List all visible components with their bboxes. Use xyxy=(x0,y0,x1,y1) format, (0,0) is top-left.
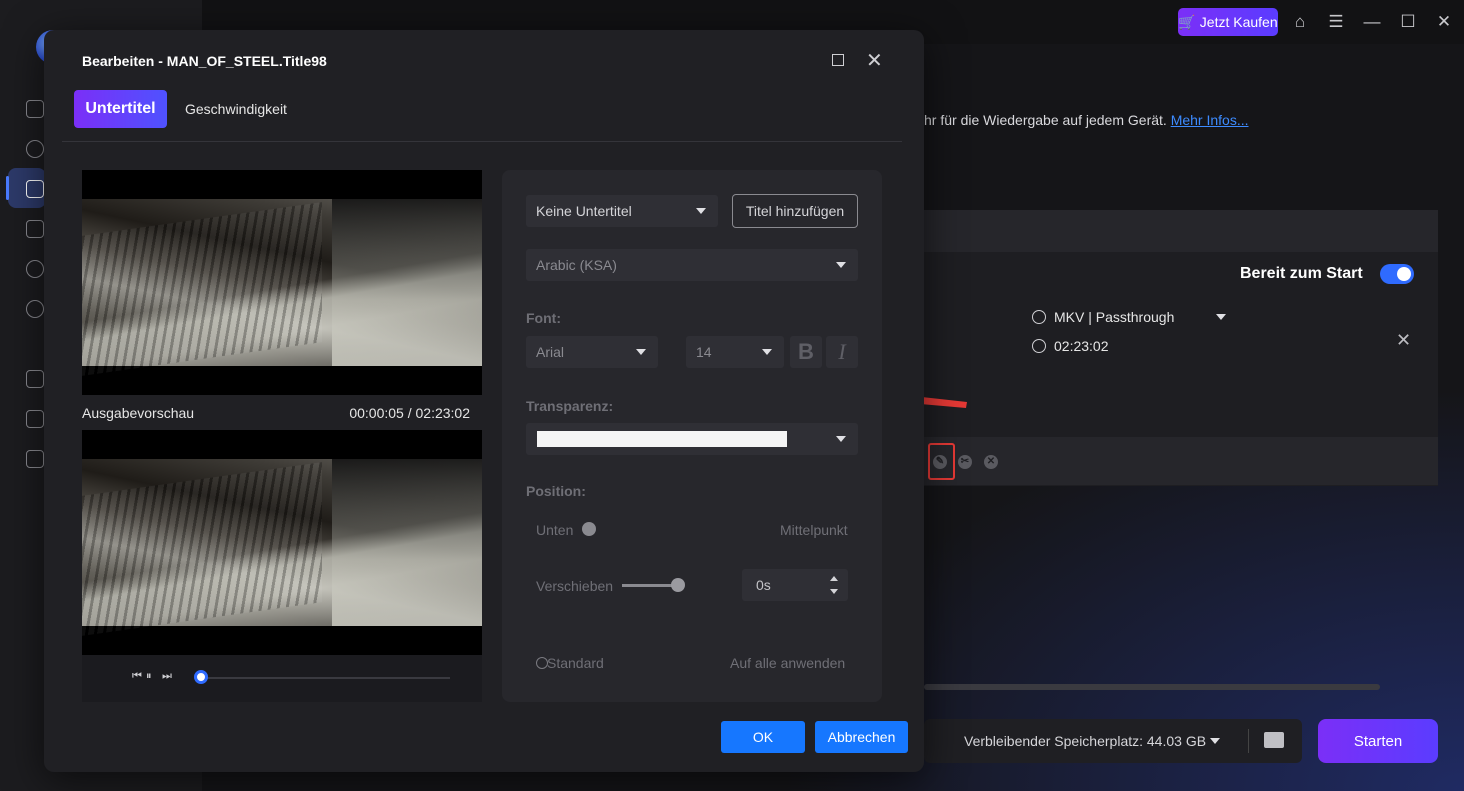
duration-label: 02:23:02 xyxy=(1054,338,1109,354)
close-app-icon[interactable]: ✕ xyxy=(1434,12,1454,32)
shift-label: Verschieben xyxy=(536,578,614,594)
buy-button-label: Jetzt Kaufen xyxy=(1199,14,1278,30)
previous-frame-icon[interactable]: ⏮ xyxy=(132,670,142,683)
disc-icon[interactable] xyxy=(26,140,44,158)
subtitle-select-value: Keine Untertitel xyxy=(536,203,632,219)
ready-label: Bereit zum Start xyxy=(1240,265,1363,282)
info-text: hr für die Wiedergabe auf jedem Gerät. M… xyxy=(924,112,1249,128)
language-select[interactable]: Arabic (KSA) xyxy=(526,249,858,281)
play-pause-icon[interactable]: ⏸ xyxy=(146,670,152,683)
stepper-down-icon[interactable] xyxy=(830,589,838,594)
format-label: MKV | Passthrough xyxy=(1054,309,1175,325)
output-preview-label: Ausgabevorschau xyxy=(82,404,195,421)
cd-icon[interactable] xyxy=(26,300,44,318)
italic-button[interactable]: I xyxy=(826,336,858,368)
ready-toggle[interactable] xyxy=(1380,264,1414,284)
dialog-title: Bearbeiten - MAN_OF_STEEL.Title98 xyxy=(82,53,327,69)
stepper-up-icon[interactable] xyxy=(830,576,838,581)
info-text-body: hr für die Wiedergabe auf jedem Gerät. xyxy=(924,112,1167,128)
divider xyxy=(1248,729,1249,753)
duration-row: 02:23:02 xyxy=(1032,338,1109,354)
font-size-value: 14 xyxy=(696,344,712,360)
subtitle-settings-panel: Keine Untertitel Titel hinzufügen Arabic… xyxy=(502,170,882,702)
format-icon xyxy=(1032,310,1046,324)
shift-slider-knob[interactable] xyxy=(671,578,685,592)
next-frame-icon[interactable]: ⏭ xyxy=(162,670,172,683)
clipboard-icon[interactable] xyxy=(26,410,44,428)
video-frame xyxy=(82,459,482,626)
font-select-value: Arial xyxy=(536,344,565,360)
language-select-value: Arabic (KSA) xyxy=(536,257,617,273)
subtitle-select[interactable]: Keine Untertitel xyxy=(526,195,718,227)
edit-highlight-box xyxy=(928,443,955,480)
position-center-label: Mittelpunkt xyxy=(780,522,848,538)
tutorial-icon[interactable]: ⌂ xyxy=(1290,12,1310,32)
chevron-down-icon xyxy=(1210,738,1221,744)
font-size-select[interactable]: 14 xyxy=(686,336,784,368)
chevron-down-icon[interactable] xyxy=(1216,314,1227,320)
chevron-down-icon xyxy=(636,349,646,355)
clock-icon xyxy=(1032,339,1046,353)
list-icon[interactable] xyxy=(26,370,44,388)
tab-divider xyxy=(62,141,902,142)
seek-track[interactable] xyxy=(200,677,450,679)
default-label[interactable]: Standard xyxy=(547,655,604,671)
position-label: Position: xyxy=(526,483,586,499)
buy-button[interactable]: 🛒 Jetzt Kaufen xyxy=(1178,8,1278,36)
font-select[interactable]: Arial xyxy=(526,336,658,368)
converter-icon[interactable] xyxy=(26,260,44,278)
ok-button[interactable]: OK xyxy=(721,721,805,753)
bold-button[interactable]: B xyxy=(790,336,822,368)
task-header xyxy=(924,210,1438,252)
shift-slider-track[interactable] xyxy=(622,584,678,587)
add-subtitle-button[interactable]: Titel hinzufügen xyxy=(732,194,858,228)
format-row[interactable]: MKV | Passthrough xyxy=(1032,309,1227,325)
copy-icon[interactable] xyxy=(26,180,44,198)
video-frame xyxy=(82,199,482,366)
preview-panel: Ausgabevorschau 00:00:05 / 02:23:02 ⏮ ⏸ … xyxy=(82,170,482,702)
seek-knob[interactable] xyxy=(194,670,208,684)
maximize-icon[interactable] xyxy=(832,54,844,66)
more-info-link[interactable]: Mehr Infos... xyxy=(1171,112,1249,128)
chevron-down-icon xyxy=(836,262,846,268)
subtitle-tool-row xyxy=(924,437,1438,485)
position-radio[interactable] xyxy=(582,522,596,536)
storage-label: Verbleibender Speicherplatz: 44.03 GB xyxy=(964,733,1207,749)
chevron-down-icon xyxy=(762,349,772,355)
transparency-preview xyxy=(537,431,787,447)
start-button[interactable]: Starten xyxy=(1318,719,1438,763)
menu-icon[interactable]: ☰ xyxy=(1326,12,1346,32)
film-icon[interactable] xyxy=(26,220,44,238)
cut-icon[interactable]: ✂ xyxy=(958,455,972,469)
shift-stepper[interactable]: 0s xyxy=(742,569,848,601)
chevron-down-icon xyxy=(696,208,706,214)
folder-icon[interactable] xyxy=(1264,732,1284,748)
position-bottom-label: Unten xyxy=(536,522,574,538)
chevron-down-icon xyxy=(836,436,846,442)
transparency-label: Transparenz: xyxy=(526,398,614,414)
shift-value: 0s xyxy=(756,577,771,593)
storage-selector[interactable]: Verbleibender Speicherplatz: 44.03 GB xyxy=(964,733,1221,749)
tab-subtitle[interactable]: Untertitel xyxy=(74,90,167,128)
preview-label-row: Ausgabevorschau 00:00:05 / 02:23:02 xyxy=(82,395,482,430)
source-video xyxy=(82,170,482,395)
cart-icon: 🛒 xyxy=(1178,13,1196,30)
cancel-button[interactable]: Abbrechen xyxy=(815,721,908,753)
playback-controls: ⏮ ⏸ ⏭ xyxy=(82,655,482,702)
remove-icon[interactable]: ✕ xyxy=(984,455,998,469)
output-video xyxy=(82,430,482,655)
apply-all-button[interactable]: Auf alle anwenden xyxy=(730,655,845,671)
edit-dialog: Bearbeiten - MAN_OF_STEEL.Title98 ✕ Unte… xyxy=(44,30,924,772)
minimize-icon[interactable]: — xyxy=(1362,12,1382,32)
remove-task-icon[interactable]: ✕ xyxy=(1396,330,1411,351)
preview-time: 00:00:05 / 02:23:02 xyxy=(349,404,470,421)
home-icon[interactable] xyxy=(26,100,44,118)
maximize-icon[interactable]: ☐ xyxy=(1398,12,1418,32)
close-icon[interactable]: ✕ xyxy=(866,48,883,73)
horizontal-scrollbar[interactable] xyxy=(924,684,1380,690)
tab-speed[interactable]: Geschwindigkeit xyxy=(185,101,287,117)
font-label: Font: xyxy=(526,310,561,326)
toolbox-icon[interactable] xyxy=(26,450,44,468)
